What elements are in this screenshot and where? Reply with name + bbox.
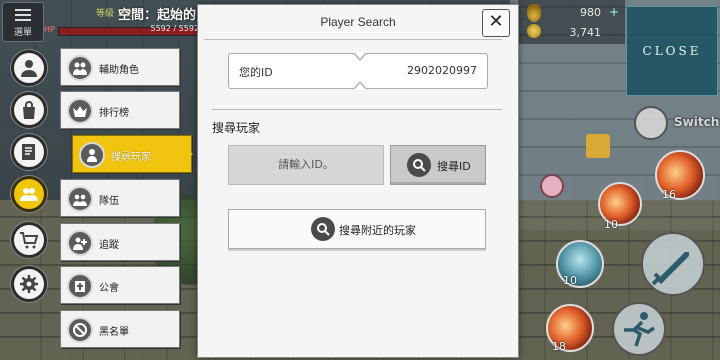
zone-name: 空間：起始的 xyxy=(118,8,197,23)
my-id-box: 您的ID 2902020997 xyxy=(228,52,488,90)
social-button[interactable] xyxy=(11,176,47,212)
gold-count: 3,741 xyxy=(569,26,602,39)
switch-label: Switch xyxy=(674,115,720,129)
quest-button[interactable] xyxy=(11,134,47,170)
menu-item-party[interactable]: 隊伍 xyxy=(60,179,180,217)
search-icon xyxy=(311,217,335,241)
bag-icon xyxy=(23,101,35,119)
player-hud: 選單 等級 1級 空間：起始的 HP 5592 / 5592 xyxy=(0,0,200,44)
my-id-value: 2902020997 xyxy=(407,64,477,77)
close-panel-button[interactable]: CLOSE xyxy=(626,6,718,96)
potion-count: 980 xyxy=(580,6,601,19)
hp-row: HP 5592 / 5592 xyxy=(44,24,200,36)
menu-item-follow[interactable]: 追蹤 xyxy=(60,223,180,261)
search-id-button[interactable]: 搜尋ID xyxy=(390,145,486,185)
menu-button[interactable]: 選單 xyxy=(2,2,44,42)
menu-item-search-player[interactable]: 搜尋玩家 xyxy=(72,135,192,173)
guild-icon xyxy=(67,273,93,299)
skill-level: 10 xyxy=(604,218,618,231)
menu-item-label: 隊伍 xyxy=(99,196,119,207)
block-icon xyxy=(67,317,93,343)
sword-icon xyxy=(651,252,689,286)
menu-item-label: 排行榜 xyxy=(99,108,129,119)
party-icon xyxy=(67,186,93,212)
hamburger-icon xyxy=(15,9,31,21)
skill-level: 10 xyxy=(563,274,577,287)
section-label: 搜尋玩家 xyxy=(212,121,261,135)
search-icon xyxy=(407,153,431,177)
settings-button[interactable] xyxy=(11,266,47,302)
menu-item-label: 黑名單 xyxy=(99,327,129,338)
dialog-close-button[interactable]: ✕ xyxy=(482,9,510,37)
profile-button[interactable] xyxy=(11,50,47,86)
player-id-input[interactable]: 請輸入ID。 xyxy=(228,145,384,185)
player-search-dialog: Player Search ✕ 您的ID 2902020997 搜尋玩家 請輸入… xyxy=(197,4,519,358)
search-nearby-button[interactable]: 搜尋附近的玩家 xyxy=(228,209,486,249)
photo-icon[interactable] xyxy=(540,174,564,198)
active-pointer xyxy=(183,146,193,162)
search-player-icon xyxy=(79,142,105,168)
follow-icon xyxy=(67,230,93,256)
people-icon xyxy=(20,188,38,201)
person-icon xyxy=(21,60,37,77)
dash-button[interactable] xyxy=(612,302,666,356)
store-button[interactable] xyxy=(11,222,47,258)
cart-icon xyxy=(20,232,39,249)
hp-value: 5592 / 5592 xyxy=(150,24,200,33)
add-currency-button[interactable]: + xyxy=(607,5,621,19)
switch-button[interactable] xyxy=(634,106,668,140)
currency-panel: 980 + 3,741 xyxy=(518,0,625,44)
menu-item-guild[interactable]: 公會 xyxy=(60,266,180,304)
menu-item-label: 公會 xyxy=(99,283,119,294)
shop-button[interactable] xyxy=(11,92,47,128)
skill-level: 16 xyxy=(662,188,676,201)
search-id-label: 搜尋ID xyxy=(437,160,471,173)
menu-item-helper[interactable]: 輔助角色 xyxy=(60,48,180,86)
divider xyxy=(204,39,502,40)
dialog-title: Player Search xyxy=(320,15,396,29)
gold-icon xyxy=(527,24,541,38)
divider xyxy=(212,109,502,110)
skill-level: 18 xyxy=(552,340,566,353)
castle-icon[interactable] xyxy=(586,134,610,158)
attack-button[interactable] xyxy=(641,232,705,296)
run-icon xyxy=(624,312,655,347)
menu-item-label: 搜尋玩家 xyxy=(111,152,151,163)
gear-icon xyxy=(20,275,38,293)
hp-label: HP xyxy=(44,25,55,34)
menu-item-ranking[interactable]: 排行榜 xyxy=(60,91,180,129)
notepad-icon xyxy=(22,144,35,160)
menu-item-blocklist[interactable]: 黑名單 xyxy=(60,310,180,348)
menu-item-label: 追蹤 xyxy=(99,240,119,251)
potion-icon xyxy=(527,4,541,22)
crown-icon xyxy=(67,98,93,124)
menu-item-label: 輔助角色 xyxy=(99,65,139,76)
search-nearby-label: 搜尋附近的玩家 xyxy=(339,224,416,237)
menu-label: 選單 xyxy=(13,28,32,38)
notch-decoration xyxy=(353,52,367,61)
helper-icon xyxy=(67,55,93,81)
my-id-label: 您的ID xyxy=(239,66,273,79)
notch-decoration xyxy=(353,81,367,90)
